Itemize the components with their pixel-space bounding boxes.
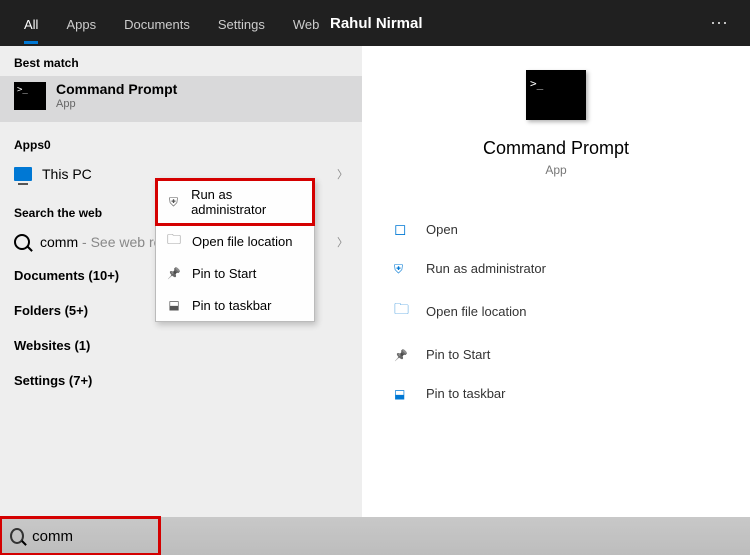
- best-match-heading: Best match: [0, 46, 362, 76]
- details-subtitle: App: [390, 163, 722, 177]
- best-match-title: Command Prompt: [56, 82, 177, 97]
- shield-icon: [166, 194, 181, 210]
- search-box[interactable]: [0, 517, 160, 555]
- search-results-area: Best match Command Prompt App Apps0 This…: [0, 46, 750, 517]
- ctx-run-as-admin[interactable]: Run as administrator: [156, 179, 314, 225]
- ctx-pin-to-taskbar[interactable]: Pin to taskbar: [156, 289, 314, 321]
- action-label: Run as administrator: [426, 261, 546, 276]
- this-pc-icon: [14, 167, 32, 181]
- result-label: This PC: [42, 166, 92, 182]
- search-icon: [10, 528, 24, 544]
- command-prompt-icon-large: [526, 70, 586, 120]
- best-match-subtitle: App: [56, 98, 177, 110]
- open-icon: [394, 220, 412, 238]
- best-match-result[interactable]: Command Prompt App: [0, 76, 362, 122]
- tab-web[interactable]: Web: [279, 3, 334, 44]
- ctx-label: Run as administrator: [191, 187, 304, 217]
- chevron-right-icon: 〉: [337, 166, 348, 182]
- action-pin-to-taskbar[interactable]: Pin to taskbar: [390, 374, 722, 413]
- action-label: Pin to Start: [426, 347, 490, 362]
- user-name-label: Rahul Nirmal: [330, 15, 423, 32]
- taskbar-pin-icon: [166, 297, 182, 313]
- category-settings[interactable]: Settings (7+): [0, 363, 362, 398]
- category-websites[interactable]: Websites (1): [0, 328, 362, 363]
- folder-icon: [394, 299, 412, 324]
- tab-apps[interactable]: Apps: [52, 3, 110, 44]
- action-run-as-admin[interactable]: Run as administrator: [390, 249, 722, 288]
- action-label: Open: [426, 222, 458, 237]
- context-menu: Run as administrator Open file location …: [155, 178, 315, 322]
- ctx-pin-to-start[interactable]: Pin to Start: [156, 257, 314, 289]
- action-pin-to-start[interactable]: Pin to Start: [390, 335, 722, 374]
- action-open-file-location[interactable]: Open file location: [390, 288, 722, 335]
- tab-settings[interactable]: Settings: [204, 3, 279, 44]
- more-button[interactable]: ⋯: [700, 3, 740, 44]
- search-icon: [14, 234, 30, 250]
- command-prompt-icon: [14, 82, 46, 110]
- details-title: Command Prompt: [390, 138, 722, 159]
- action-label: Pin to taskbar: [426, 386, 506, 401]
- shield-icon: [394, 260, 412, 277]
- apps-group-heading: Apps0: [0, 122, 362, 158]
- results-left-pane: Best match Command Prompt App Apps0 This…: [0, 46, 362, 517]
- ctx-label: Open file location: [192, 234, 292, 249]
- pin-icon: [166, 265, 182, 281]
- pin-icon: [394, 346, 412, 363]
- search-tab-bar: All Apps Documents Settings Web Rahul Ni…: [0, 0, 750, 46]
- taskbar-pin-icon: [394, 385, 412, 402]
- details-pane: Command Prompt App Open Run as administr…: [362, 46, 750, 517]
- ctx-open-file-location[interactable]: Open file location: [156, 225, 314, 257]
- ctx-label: Pin to taskbar: [192, 298, 272, 313]
- taskbar-strip: [160, 517, 750, 555]
- ctx-label: Pin to Start: [192, 266, 256, 281]
- tab-all[interactable]: All: [10, 3, 52, 44]
- search-input[interactable]: [32, 528, 150, 545]
- folder-icon: [166, 233, 182, 249]
- action-label: Open file location: [426, 304, 526, 319]
- best-match-text: Command Prompt App: [56, 82, 177, 109]
- chevron-right-icon: 〉: [337, 234, 348, 250]
- action-open[interactable]: Open: [390, 209, 722, 249]
- tab-documents[interactable]: Documents: [110, 3, 204, 44]
